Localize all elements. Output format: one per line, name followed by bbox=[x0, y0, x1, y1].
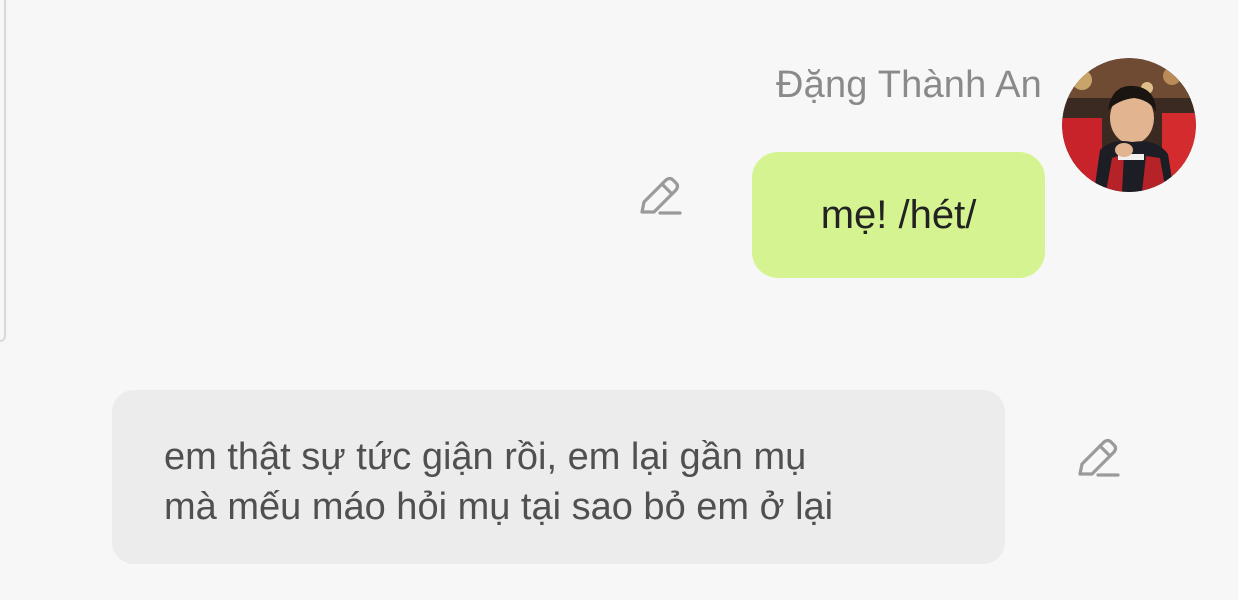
edit-outgoing-message-pencil-icon[interactable] bbox=[636, 172, 684, 220]
chat-area: Đặng Thành An mẹ! /hét/ em thật sự tức g… bbox=[0, 0, 1238, 600]
sender-name: Đặng Thành An bbox=[775, 64, 1042, 106]
incoming-message-bubble[interactable]: em thật sự tức giận rồi, em lại gần mụ m… bbox=[112, 390, 1005, 564]
outgoing-message-bubble[interactable]: mẹ! /hét/ bbox=[752, 152, 1045, 278]
outgoing-message-text: mẹ! /hét/ bbox=[820, 192, 977, 237]
incoming-message-line: em thật sự tức giận rồi, em lại gần mụ bbox=[164, 436, 807, 478]
side-panel-edge bbox=[0, 0, 6, 342]
edit-incoming-message-pencil-icon[interactable] bbox=[1074, 434, 1122, 482]
incoming-message-line: mà mếu máo hỏi mụ tại sao bỏ em ở lại bbox=[164, 486, 834, 528]
avatar[interactable] bbox=[1062, 58, 1196, 192]
